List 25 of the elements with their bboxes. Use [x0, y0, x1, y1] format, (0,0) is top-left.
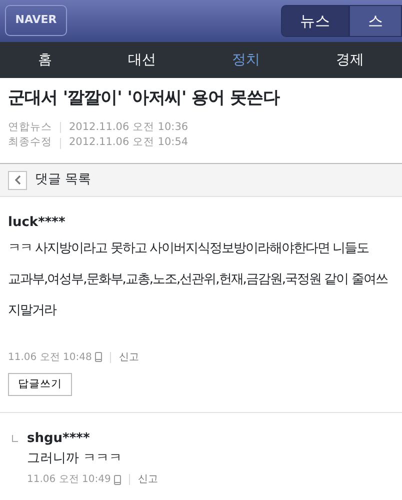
category-tab[interactable]: 경제: [336, 50, 364, 70]
category-tab[interactable]: 홈: [38, 50, 52, 70]
report-link[interactable]: 신고: [118, 350, 139, 364]
username: shgu****: [27, 430, 91, 448]
category-tab[interactable]: 정치: [232, 50, 260, 70]
reply-arrow-icon: [12, 435, 18, 442]
article-date: 2012.11.06 오전 10:54: [69, 135, 188, 150]
comment-time: 11.06 오전 10:48: [8, 350, 92, 364]
section-title: 댓글 목록: [35, 171, 92, 190]
comment-time: 11.06 오전 10:49: [27, 473, 111, 488]
comment-text: ㅋㅋ 사지방이라고 못하고 사이버지식정보방이라해야한다면 니들도 교과부,여성부,문화부,교총,노조,선관위,헌재,금감원,국정원 같이 줄여쓰 지말거라: [8, 240, 388, 320]
meta-label: 연합뉴스: [8, 120, 52, 134]
comment-text: 그러니까 ㅋㅋㅋ: [27, 450, 124, 468]
back-button[interactable]: [8, 170, 27, 190]
chevron-left-icon: [14, 175, 22, 185]
username: luck****: [8, 214, 66, 232]
logo-button[interactable]: NAVER: [5, 5, 67, 36]
section-tab[interactable]: 뉴스: [281, 5, 349, 37]
category-tab[interactable]: 대선: [128, 50, 156, 70]
article-title: 군대서 '깔깔이' '아저씨' 용어 못쓴다: [8, 87, 281, 110]
section-tab[interactable]: 스: [349, 5, 402, 37]
reply-button[interactable]: 답글쓰기: [8, 372, 72, 396]
report-link[interactable]: 신고: [138, 472, 158, 488]
meta-label: 최종수정: [8, 135, 52, 150]
article-date: 2012.11.06 오전 10:36: [69, 120, 188, 134]
